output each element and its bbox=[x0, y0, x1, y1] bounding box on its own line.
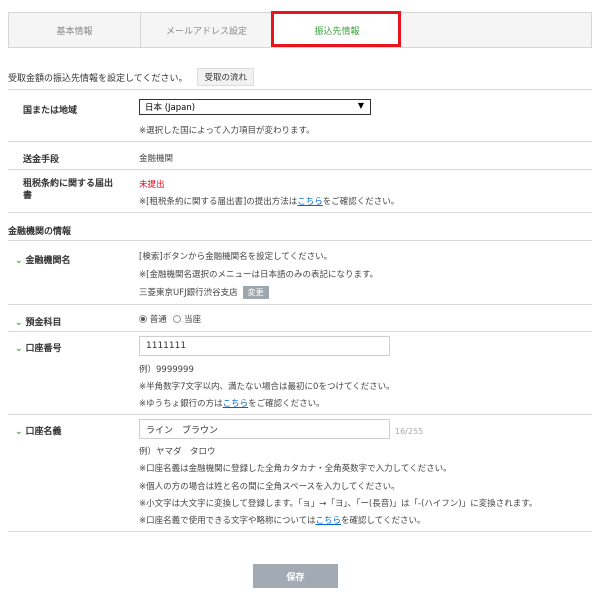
tab-bar: 基本情報 メールアドレス設定 振込先情報 bbox=[8, 12, 592, 48]
account-number-label-text: 口座番号 bbox=[25, 344, 62, 354]
bank-name-label-text: 金融機関名 bbox=[25, 256, 71, 266]
chevron-icon: ⌄ bbox=[15, 256, 23, 266]
bank-name-label: ⌄ 金融機関名 bbox=[15, 253, 71, 266]
account-type-label: ⌄ 預金科目 bbox=[15, 315, 62, 328]
divider bbox=[8, 531, 592, 532]
divider bbox=[8, 89, 592, 90]
divider bbox=[8, 331, 592, 332]
intro-row: 受取金額の振込先情報を設定してください。 受取の流れ bbox=[8, 68, 254, 86]
bank-name-note1: [検索]ボタンから金融機関名を設定してください。 bbox=[139, 252, 333, 262]
tax-note-suffix: をご確認ください。 bbox=[322, 197, 400, 207]
account-number-note2: ※ゆうちょ銀行の方はこちらをご確認ください。 bbox=[139, 397, 325, 409]
method-value: 金融機関 bbox=[139, 154, 174, 164]
account-name-note4: ※口座名義で使用できる文字や略称についてはこちらを確認してください。 bbox=[139, 514, 426, 526]
tab-basic-info[interactable]: 基本情報 bbox=[9, 13, 141, 47]
account-number-input[interactable]: 1111111 bbox=[139, 336, 390, 356]
dropdown-arrow-icon: ▼ bbox=[357, 101, 364, 110]
country-label: 国または地域 bbox=[23, 106, 78, 116]
account-name-note3: ※小文字は大文字に変換して登録します。「ョ」→「ヨ」、「ー(長音)」は「-(ハイ… bbox=[139, 499, 538, 509]
tax-label-line2: 書 bbox=[23, 191, 33, 201]
chevron-icon: ⌄ bbox=[15, 344, 23, 354]
tax-note-link[interactable]: こちら bbox=[297, 197, 323, 207]
tax-label-line1: 租税条約に関する届出 bbox=[23, 179, 114, 189]
country-note: ※選択した国によって入力項目が変わります。 bbox=[139, 126, 315, 136]
radio-current[interactable] bbox=[173, 315, 182, 323]
radio-current-label: 当座 bbox=[184, 315, 202, 325]
intro-text: 受取金額の振込先情報を設定してください。 bbox=[8, 73, 188, 84]
account-name-label-text: 口座名義 bbox=[25, 427, 62, 437]
account-name-note4-prefix: ※口座名義で使用できる文字や略称については bbox=[139, 516, 316, 526]
account-name-label: ⌄ 口座名義 bbox=[15, 424, 62, 437]
bank-section-title: 金融機関の情報 bbox=[8, 227, 72, 237]
save-button[interactable]: 保存 bbox=[253, 564, 338, 588]
bank-name-note2: ※[金融機関名選択のメニューは日本語のみの表記になります。 bbox=[139, 270, 379, 280]
divider bbox=[8, 141, 592, 142]
account-type-label-text: 預金科目 bbox=[25, 318, 62, 328]
tab-bank-info[interactable]: 振込先情報 bbox=[273, 13, 401, 47]
account-number-label: ⌄ 口座番号 bbox=[15, 341, 62, 354]
account-name-counter: 16/255 bbox=[395, 427, 424, 436]
country-select-value: 日本 (Japan) bbox=[145, 103, 196, 113]
account-number-note2-prefix: ※ゆうちょ銀行の方は bbox=[139, 399, 223, 409]
change-button[interactable]: 変更 bbox=[242, 286, 269, 299]
divider bbox=[8, 414, 592, 415]
flow-button[interactable]: 受取の流れ bbox=[197, 68, 254, 86]
country-select[interactable]: 日本 (Japan) ▼ bbox=[139, 99, 371, 115]
method-label: 送金手段 bbox=[23, 155, 60, 165]
tax-note: ※[租税条約に関する届出書]の提出方法はこちらをご確認ください。 bbox=[139, 195, 399, 207]
tax-note-prefix: ※[租税条約に関する届出書]の提出方法は bbox=[139, 197, 298, 207]
tax-status: 未提出 bbox=[139, 180, 165, 190]
account-name-note2: ※個人の方の場合は姓と名の間に全角スペースを入力してください。 bbox=[139, 482, 400, 492]
account-name-note1: ※口座名義は金融機関に登録した全角カタカナ・全角英数字で入力してください。 bbox=[139, 464, 452, 474]
radio-ordinary-label: 普通 bbox=[149, 315, 167, 325]
account-number-note2-link[interactable]: こちら bbox=[223, 399, 249, 409]
account-number-example: 例）9999999 bbox=[139, 365, 194, 375]
bank-name-row: 三菱東京UFJ銀行渋谷支店 変更 bbox=[139, 286, 269, 299]
tab-email-settings[interactable]: メールアドレス設定 bbox=[141, 13, 273, 47]
account-name-note4-link[interactable]: こちら bbox=[316, 516, 342, 526]
chevron-icon: ⌄ bbox=[15, 427, 23, 437]
account-name-input[interactable]: ライン ブラウン bbox=[139, 419, 390, 439]
tax-label: 租税条約に関する届出 書 bbox=[23, 178, 113, 202]
account-number-note2-suffix: をご確認ください。 bbox=[248, 399, 325, 409]
radio-ordinary[interactable] bbox=[139, 315, 147, 323]
divider bbox=[8, 212, 592, 213]
divider bbox=[8, 240, 592, 241]
account-name-example: 例）ヤマダ タロウ bbox=[139, 447, 216, 457]
chevron-icon: ⌄ bbox=[15, 318, 23, 328]
account-name-note4-suffix: を確認してください。 bbox=[341, 516, 426, 526]
account-number-note1: ※半角数字7文字以内、満たない場合は最初に0をつけてください。 bbox=[139, 382, 395, 392]
bank-name-value: 三菱東京UFJ銀行渋谷支店 bbox=[139, 288, 238, 298]
divider bbox=[8, 304, 592, 305]
account-type-options: 普通 当座 bbox=[139, 313, 201, 325]
divider bbox=[8, 169, 592, 170]
